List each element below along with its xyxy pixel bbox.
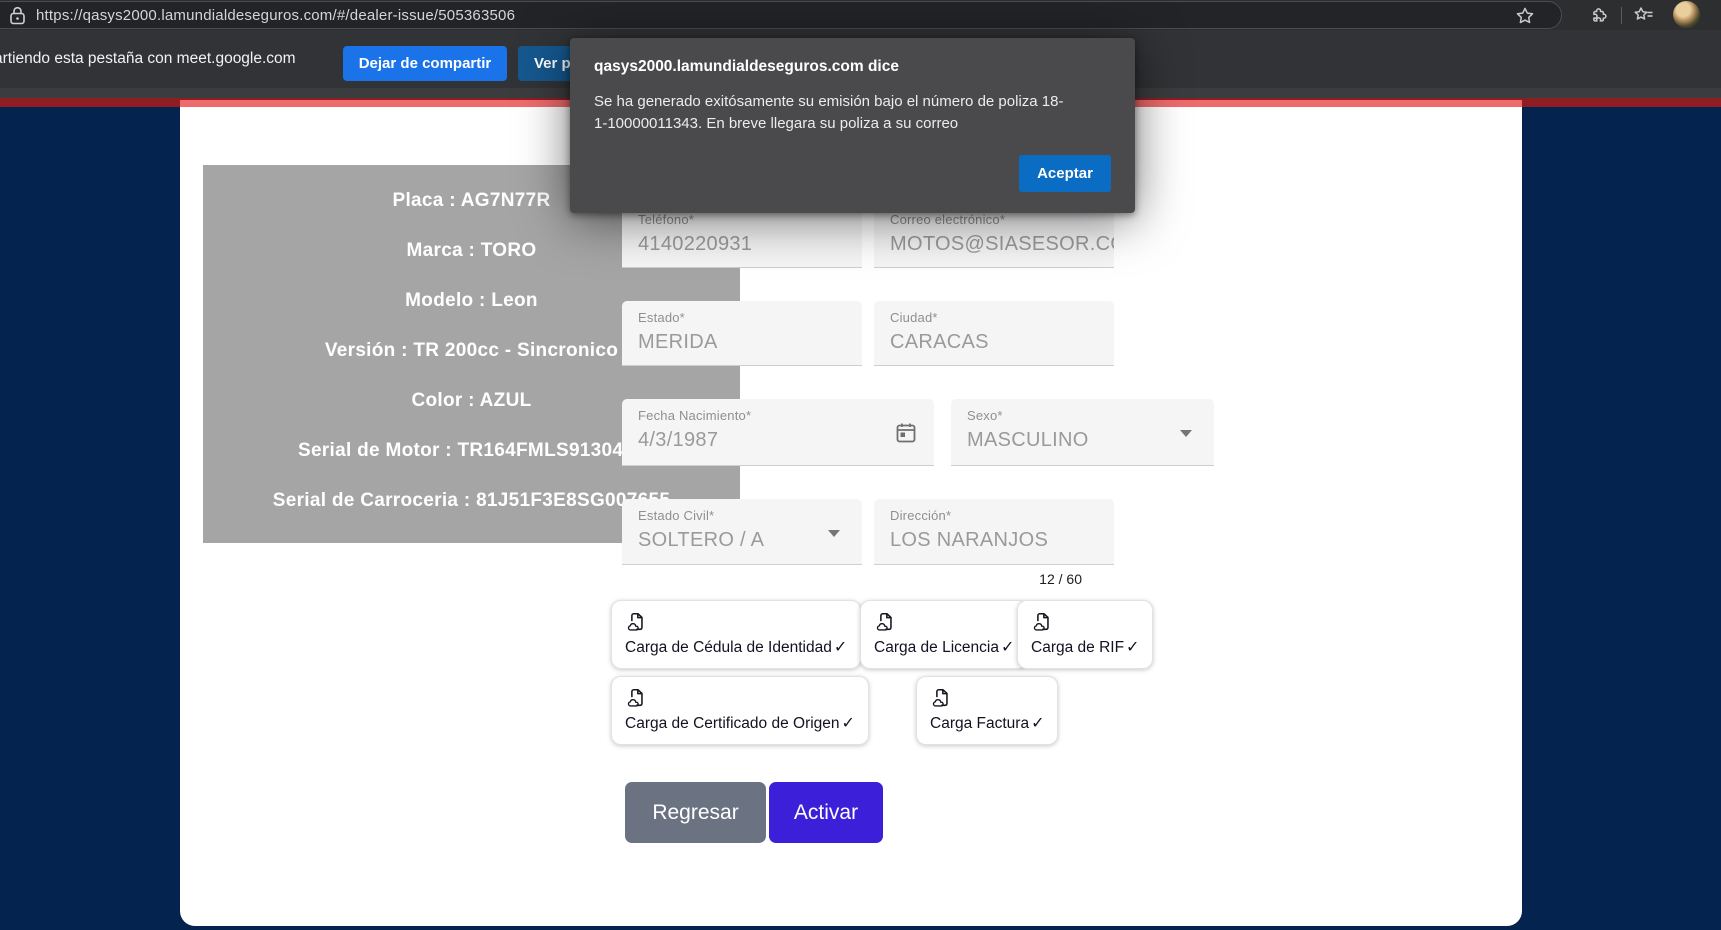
check-icon: ✓ [1031, 715, 1044, 732]
check-icon: ✓ [1126, 639, 1139, 656]
estado-field[interactable]: Estado* MERIDA [622, 301, 862, 366]
field-value: MOTOS@SIASESOR.COI [890, 233, 1098, 256]
upload-licencia-card[interactable]: Carga de Licencia✓ [860, 600, 1028, 669]
file-upload-icon [625, 687, 647, 709]
upload-rif-card[interactable]: Carga de RIF✓ [1017, 600, 1153, 669]
toolbar-separator [1621, 7, 1622, 24]
field-value: 4/3/1987 [638, 429, 918, 452]
upload-label: Carga de Licencia [874, 639, 999, 656]
dialog-message: Se ha generado exitósamente su emisión b… [594, 91, 1074, 135]
field-value: MASCULINO [967, 429, 1198, 452]
field-label: Ciudad* [890, 310, 1098, 325]
field-label: Estado* [638, 310, 846, 325]
upload-certificado-origen-card[interactable]: Carga de Certificado de Origen✓ [611, 676, 869, 745]
field-value: CARACAS [890, 331, 1098, 354]
stop-sharing-button[interactable]: Dejar de compartir [343, 46, 507, 81]
bookmark-star-icon[interactable] [1515, 6, 1535, 26]
regresar-button[interactable]: Regresar [625, 782, 766, 843]
sharing-message: artiendo esta pestaña con meet.google.co… [0, 30, 296, 88]
field-label: Correo electrónico* [890, 212, 1098, 227]
lock-icon[interactable] [9, 6, 26, 25]
dialog-title: qasys2000.lamundialdeseguros.com dice [594, 58, 899, 76]
sexo-dropdown[interactable]: Sexo* MASCULINO [951, 399, 1214, 466]
direccion-char-counter: 12 / 60 [874, 571, 1082, 587]
browser-window: https://qasys2000.lamundialdeseguros.com… [0, 0, 1721, 930]
activar-button[interactable]: Activar [769, 782, 883, 843]
page-background: Placa : AG7N77R Marca : TORO Modelo : Le… [0, 98, 1721, 930]
profile-avatar[interactable] [1673, 1, 1700, 28]
address-bar[interactable]: https://qasys2000.lamundialdeseguros.com… [0, 1, 1562, 29]
field-value: MERIDA [638, 331, 846, 354]
file-upload-icon [1031, 611, 1053, 633]
direccion-field[interactable]: Dirección* LOS NARANJOS [874, 499, 1114, 565]
file-upload-icon [930, 687, 952, 709]
url-text[interactable]: https://qasys2000.lamundialdeseguros.com… [36, 7, 515, 24]
browser-toolbar: https://qasys2000.lamundialdeseguros.com… [0, 0, 1721, 30]
chevron-down-icon [828, 530, 840, 537]
file-upload-icon [625, 611, 647, 633]
fecha-nacimiento-field[interactable]: Fecha Nacimiento* 4/3/1987 [622, 399, 934, 466]
field-value: LOS NARANJOS [890, 529, 1098, 552]
alert-dialog: qasys2000.lamundialdeseguros.com dice Se… [570, 38, 1135, 213]
upload-label: Carga de Certificado de Origen [625, 715, 840, 732]
file-upload-icon [874, 611, 896, 633]
field-value: 4140220931 [638, 233, 846, 256]
check-icon: ✓ [834, 639, 847, 656]
field-label: Dirección* [890, 508, 1098, 523]
estado-civil-dropdown[interactable]: Estado Civil* SOLTERO / A [622, 499, 862, 565]
upload-label: Carga de RIF [1031, 639, 1124, 656]
upload-cedula-card[interactable]: Carga de Cédula de Identidad✓ [611, 600, 861, 669]
field-value: SOLTERO / A [638, 529, 846, 552]
chevron-down-icon [1180, 430, 1192, 437]
upload-label: Carga de Cédula de Identidad [625, 639, 832, 656]
extensions-icon[interactable] [1588, 5, 1609, 26]
upload-label: Carga Factura [930, 715, 1029, 732]
field-label: Estado Civil* [638, 508, 846, 523]
field-label: Fecha Nacimiento* [638, 408, 918, 423]
field-label: Teléfono* [638, 212, 846, 227]
field-label: Sexo* [967, 408, 1198, 423]
upload-factura-card[interactable]: Carga Factura✓ [916, 676, 1058, 745]
aceptar-button[interactable]: Aceptar [1019, 155, 1111, 192]
ciudad-field[interactable]: Ciudad* CARACAS [874, 301, 1114, 366]
check-icon: ✓ [1001, 639, 1014, 656]
check-icon: ✓ [842, 715, 855, 732]
calendar-icon[interactable] [894, 421, 918, 445]
favorites-list-icon[interactable] [1633, 5, 1655, 26]
